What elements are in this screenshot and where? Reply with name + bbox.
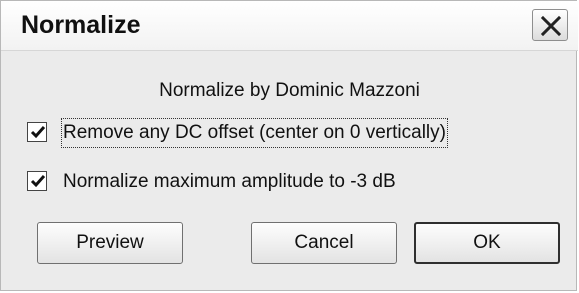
normalize-amplitude-checkbox[interactable]	[27, 171, 47, 191]
checkmark-icon	[30, 175, 46, 188]
cancel-button[interactable]: Cancel	[251, 222, 397, 264]
close-button[interactable]	[532, 9, 568, 41]
remove-dc-offset-checkbox[interactable]	[27, 122, 47, 142]
plugin-credit-text: Normalize by Dominic Mazzoni	[159, 80, 420, 101]
remove-dc-offset-label[interactable]: Remove any DC offset (center on 0 vertic…	[61, 118, 448, 148]
checkmark-icon	[30, 126, 46, 139]
title-bar: Normalize	[1, 1, 578, 51]
preview-button[interactable]: Preview	[37, 222, 183, 264]
normalize-amplitude-label[interactable]: Normalize maximum amplitude to -3 dB	[63, 169, 396, 195]
normalize-dialog: Normalize Normalize by Dominic Mazzoni R…	[0, 0, 578, 291]
dialog-title: Normalize	[21, 11, 141, 39]
ok-button[interactable]: OK	[414, 222, 560, 264]
close-icon	[541, 16, 561, 36]
